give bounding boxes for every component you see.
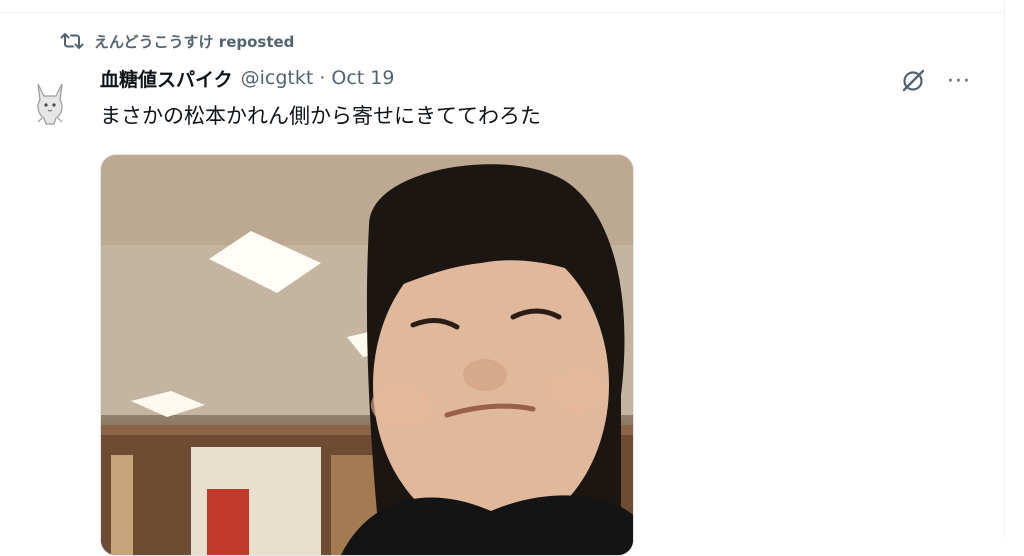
more-icon[interactable]: ··· — [944, 66, 974, 96]
top-divider — [0, 12, 1004, 13]
tweet-date[interactable]: Oct 19 — [331, 67, 394, 89]
repost-label: reposted — [218, 32, 295, 51]
timeline-border — [1004, 0, 1005, 538]
repost-indicator[interactable]: えんどうこうすけ reposted — [60, 30, 294, 52]
author-display-name[interactable]: 血糖値スパイク — [100, 65, 233, 92]
tweet-text: まさかの松本かれん側から寄せにきててわろた — [100, 104, 541, 128]
author-handle[interactable]: @icgtkt — [241, 67, 314, 89]
grok-icon[interactable] — [898, 66, 928, 96]
repost-icon — [60, 31, 84, 51]
header-separator: · — [319, 67, 326, 89]
cat-avatar[interactable] — [30, 78, 70, 126]
reposter-name[interactable]: えんどうこうすけ — [94, 33, 214, 51]
tweet-photo[interactable] — [100, 154, 634, 556]
tweet-header: 血糖値スパイク @icgtkt · Oct 19 — [100, 62, 394, 94]
